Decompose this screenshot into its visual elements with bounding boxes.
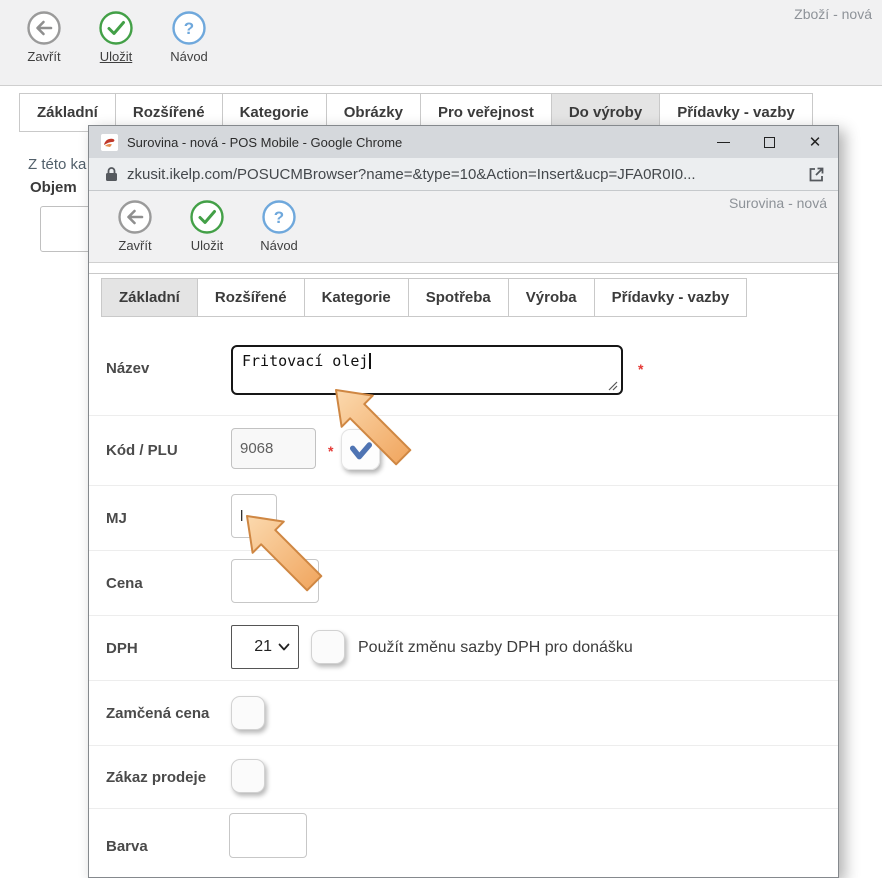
kod-input[interactable] xyxy=(231,428,316,469)
zamcena-cena-checkbox[interactable] xyxy=(231,696,265,730)
dph-label: DPH xyxy=(106,640,231,657)
zakaz-prodeje-label: Zákaz prodeje xyxy=(106,769,231,786)
popup-tab-bar: Základní Rozšířené Kategorie Spotřeba Vý… xyxy=(102,278,747,317)
popup-form: Název Fritovací olej * Kód / PLU * MJ xyxy=(89,321,838,878)
blue-checkmark-icon xyxy=(346,435,376,465)
dph-selected-value: 21 xyxy=(254,638,272,656)
form-row-zakaz-prodeje: Zákaz prodeje xyxy=(89,746,838,809)
nazev-textarea[interactable]: Fritovací olej xyxy=(231,345,623,395)
help-button-label: Návod xyxy=(247,238,311,253)
nazev-label: Název xyxy=(106,360,231,377)
kod-label: Kód / PLU xyxy=(106,442,231,459)
required-marker: * xyxy=(638,361,643,377)
close-button[interactable]: Zavřít xyxy=(12,10,76,64)
zakaz-prodeje-checkbox[interactable] xyxy=(231,759,265,793)
form-row-dph: DPH 21 Použít změnu sazby DPH pro donášk… xyxy=(89,616,838,681)
url-text[interactable]: zkusit.ikelp.com/POSUCMBrowser?name=&typ… xyxy=(127,166,800,183)
help-button[interactable]: ? Návod xyxy=(247,199,311,253)
dph-select[interactable]: 21 xyxy=(231,625,299,669)
help-button[interactable]: ? Návod xyxy=(157,10,221,64)
barva-input[interactable] xyxy=(229,813,307,858)
lock-icon xyxy=(105,166,118,182)
back-arrow-icon xyxy=(117,199,153,235)
text-cursor xyxy=(369,353,371,369)
svg-text:?: ? xyxy=(274,208,284,227)
dph-donaska-checkbox[interactable] xyxy=(311,630,345,664)
tab-vyroba[interactable]: Výroba xyxy=(508,278,595,317)
back-arrow-icon xyxy=(26,10,62,46)
window-controls: ✕ xyxy=(700,126,838,158)
tab-pridavky-vazby[interactable]: Přídavky - vazby xyxy=(594,278,748,317)
zamcena-cena-label: Zamčená cena xyxy=(106,705,231,722)
popup-urlbar[interactable]: zkusit.ikelp.com/POSUCMBrowser?name=&typ… xyxy=(89,158,838,191)
resize-grip-icon[interactable] xyxy=(607,380,618,391)
help-question-icon: ? xyxy=(261,199,297,235)
clipped-sentence: Z této ka xyxy=(28,156,86,173)
minimize-icon[interactable] xyxy=(700,126,746,158)
cena-input[interactable] xyxy=(231,559,319,603)
help-question-icon: ? xyxy=(171,10,207,46)
open-in-new-icon[interactable] xyxy=(808,166,825,183)
svg-text:?: ? xyxy=(184,19,194,38)
form-row-barva: Barva xyxy=(89,809,838,878)
volume-label: Objem xyxy=(30,179,77,196)
form-row-zamcena-cena: Zamčená cena xyxy=(89,681,838,746)
save-check-icon xyxy=(98,10,134,46)
save-check-icon xyxy=(189,199,225,235)
window-title: Surovina - nová - POS Mobile - Google Ch… xyxy=(127,135,402,150)
close-button-label: Zavřít xyxy=(12,49,76,64)
popup-window: Surovina - nová - POS Mobile - Google Ch… xyxy=(88,125,839,878)
save-button-label: Uložit xyxy=(175,238,239,253)
mj-label: MJ xyxy=(106,510,231,527)
context-label: Surovina - nová xyxy=(729,195,827,211)
save-button-label: Uložit xyxy=(84,49,148,64)
confirm-code-button[interactable] xyxy=(341,429,380,470)
close-icon[interactable]: ✕ xyxy=(792,126,838,158)
tabstrip-divider xyxy=(89,273,838,274)
tab-zakladni[interactable]: Základní xyxy=(101,278,198,317)
tab-kategorie[interactable]: Kategorie xyxy=(304,278,409,317)
close-button[interactable]: Zavřít xyxy=(103,199,167,253)
dph-checkbox-label: Použít změnu sazby DPH pro donášku xyxy=(358,639,633,657)
tab-spotreba[interactable]: Spotřeba xyxy=(408,278,509,317)
cena-label: Cena xyxy=(106,575,231,592)
save-button[interactable]: Uložit xyxy=(84,10,148,64)
popup-titlebar[interactable]: Surovina - nová - POS Mobile - Google Ch… xyxy=(89,126,838,158)
app-favicon-icon xyxy=(101,134,118,151)
mj-input[interactable] xyxy=(231,494,277,538)
close-button-label: Zavřít xyxy=(103,238,167,253)
popup-toolbar: Zavřít Uložit ? Návod Surovina - nová xyxy=(89,191,838,263)
maximize-icon[interactable] xyxy=(746,126,792,158)
save-button[interactable]: Uložit xyxy=(175,199,239,253)
required-marker: * xyxy=(328,443,333,459)
background-toolbar: Zavřít Uložit ? Návod Zboží - nová xyxy=(0,0,882,86)
nazev-value: Fritovací olej xyxy=(242,352,368,370)
chevron-down-icon xyxy=(278,643,290,651)
context-label: Zboží - nová xyxy=(794,6,872,22)
barva-label: Barva xyxy=(106,838,231,855)
form-row-cena: Cena xyxy=(89,551,838,616)
form-row-mj: MJ xyxy=(89,486,838,551)
help-button-label: Návod xyxy=(157,49,221,64)
tab-rozsirene[interactable]: Rozšířené xyxy=(197,278,305,317)
form-row-kod: Kód / PLU * xyxy=(89,416,838,486)
form-row-nazev: Název Fritovací olej * xyxy=(89,321,838,416)
